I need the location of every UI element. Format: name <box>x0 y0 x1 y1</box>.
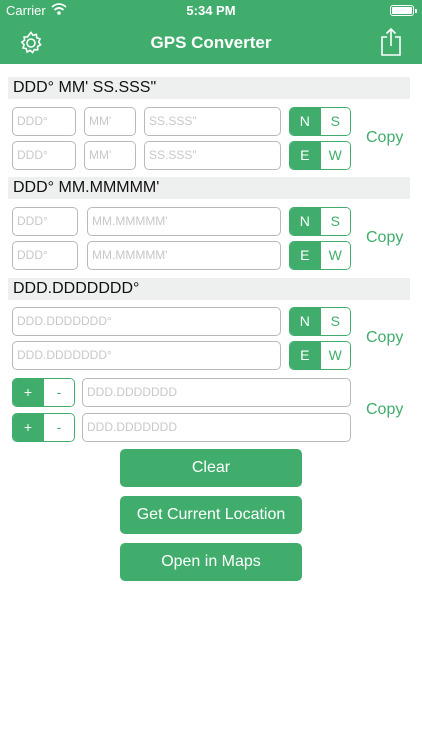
east-option[interactable]: E <box>290 142 320 169</box>
get-current-location-button[interactable]: Get Current Location <box>120 496 302 534</box>
dm-lat-hemisphere-toggle[interactable]: N S <box>289 207 351 236</box>
clear-button[interactable]: Clear <box>120 449 302 487</box>
status-bar: Carrier 5:34 PM <box>0 0 422 22</box>
plus-option[interactable]: + <box>13 379 43 406</box>
dd-copy-button[interactable]: Copy <box>366 329 403 347</box>
east-option[interactable]: E <box>290 242 320 269</box>
open-in-maps-button[interactable]: Open in Maps <box>120 543 302 581</box>
section-header-dd: DDD.DDDDDDD° <box>8 278 410 300</box>
signed-lat-field[interactable]: DDD.DDDDDDD <box>82 378 351 407</box>
dms-lon-minutes-field[interactable]: MM' <box>84 141 136 170</box>
dm-lon-hemisphere-toggle[interactable]: E W <box>289 241 351 270</box>
signed-copy-button[interactable]: Copy <box>366 401 403 419</box>
west-option[interactable]: W <box>319 142 350 169</box>
south-option[interactable]: S <box>319 208 350 235</box>
north-option[interactable]: N <box>290 108 320 135</box>
section-header-dm: DDD° MM.MMMMM' <box>8 177 410 199</box>
dd-lon-field[interactable]: DDD.DDDDDDD° <box>12 341 281 370</box>
dms-lat-seconds-field[interactable]: SS.SSS" <box>144 107 281 136</box>
north-option[interactable]: N <box>290 308 320 335</box>
nav-bar: GPS Converter <box>0 22 422 64</box>
section-header-dms: DDD° MM' SS.SSS" <box>8 77 410 99</box>
dms-lon-seconds-field[interactable]: SS.SSS" <box>144 141 281 170</box>
dms-copy-button[interactable]: Copy <box>366 129 403 147</box>
signed-lat-sign-toggle[interactable]: + - <box>12 378 75 407</box>
dm-lon-degrees-field[interactable]: DDD° <box>12 241 78 270</box>
dm-lat-minutes-field[interactable]: MM.MMMMM' <box>87 207 281 236</box>
plus-option[interactable]: + <box>13 414 43 441</box>
dms-lat-minutes-field[interactable]: MM' <box>84 107 136 136</box>
page-title: GPS Converter <box>150 33 272 52</box>
dd-lon-hemisphere-toggle[interactable]: E W <box>289 341 351 370</box>
dd-lat-hemisphere-toggle[interactable]: N S <box>289 307 351 336</box>
dms-lat-hemisphere-toggle[interactable]: N S <box>289 107 351 136</box>
east-option[interactable]: E <box>290 342 320 369</box>
west-option[interactable]: W <box>319 242 350 269</box>
dms-lon-degrees-field[interactable]: DDD° <box>12 141 76 170</box>
south-option[interactable]: S <box>319 108 350 135</box>
dd-lat-field[interactable]: DDD.DDDDDDD° <box>12 307 281 336</box>
dm-copy-button[interactable]: Copy <box>366 229 403 247</box>
dms-lat-degrees-field[interactable]: DDD° <box>12 107 76 136</box>
south-option[interactable]: S <box>319 308 350 335</box>
dm-lon-minutes-field[interactable]: MM.MMMMM' <box>87 241 281 270</box>
dm-lat-degrees-field[interactable]: DDD° <box>12 207 78 236</box>
minus-option[interactable]: - <box>43 379 74 406</box>
signed-lon-field[interactable]: DDD.DDDDDDD <box>82 413 351 442</box>
west-option[interactable]: W <box>319 342 350 369</box>
share-icon[interactable] <box>378 27 404 57</box>
battery-icon <box>390 5 417 16</box>
signed-lon-sign-toggle[interactable]: + - <box>12 413 75 442</box>
dms-lon-hemisphere-toggle[interactable]: E W <box>289 141 351 170</box>
minus-option[interactable]: - <box>43 414 74 441</box>
status-time: 5:34 PM <box>186 3 236 18</box>
north-option[interactable]: N <box>290 208 320 235</box>
